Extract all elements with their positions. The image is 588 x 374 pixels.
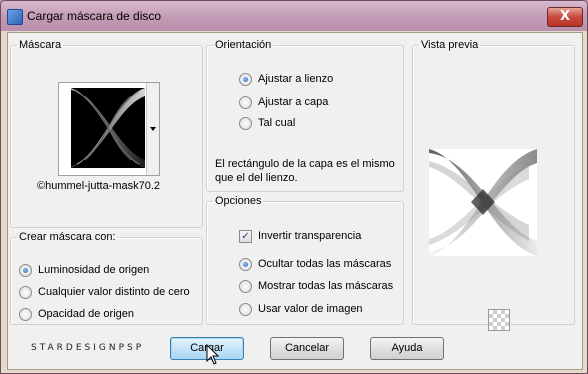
radio-show-all-masks[interactable]: Mostrar todas las máscaras	[239, 278, 393, 294]
mask-thumbnail-dropdown[interactable]	[58, 82, 160, 176]
radio-use-image-value-label: Usar valor de imagen	[258, 303, 363, 315]
radio-hide-all-masks-label: Ocultar todas las máscaras	[258, 258, 392, 270]
mask-group: Máscara ©hummel-jutta-mask70.2	[10, 39, 203, 228]
options-legend: Opciones	[215, 195, 262, 207]
radio-show-all-masks-button[interactable]	[239, 279, 252, 293]
orientation-legend: Orientación	[215, 39, 272, 51]
radio-source-opacity-label: Opacidad de origen	[38, 308, 135, 320]
help-button[interactable]: Ayuda	[370, 337, 444, 360]
radio-source-luminance-label: Luminosidad de origen	[38, 264, 150, 276]
checkmark-icon[interactable]: ✓	[239, 229, 252, 243]
radio-fit-layer-label: Ajustar a capa	[258, 96, 329, 108]
preview-image	[429, 149, 537, 256]
radio-as-is[interactable]: Tal cual	[239, 115, 295, 131]
radio-source-luminance[interactable]: Luminosidad de origen	[19, 262, 149, 278]
mask-group-legend: Máscara	[19, 39, 62, 51]
mouse-cursor-icon	[206, 343, 220, 369]
window-title: Cargar máscara de disco	[27, 9, 162, 23]
radio-use-image-value-button[interactable]	[239, 302, 252, 316]
radio-fit-canvas-label: Ajustar a lienzo	[258, 73, 334, 85]
radio-source-opacity[interactable]: Opacidad de origen	[19, 306, 134, 322]
radio-any-nonzero-label: Cualquier valor distinto de cero	[38, 286, 190, 298]
checkerboard-icon[interactable]	[488, 309, 510, 331]
radio-hide-all-masks[interactable]: Ocultar todas las máscaras	[239, 256, 391, 272]
title-bar[interactable]: Cargar máscara de disco X	[1, 1, 587, 31]
radio-fit-canvas[interactable]: Ajustar a lienzo	[239, 71, 333, 87]
mask-dropdown-arrow[interactable]	[146, 83, 159, 175]
radio-show-all-masks-label: Mostrar todas las máscaras	[258, 280, 394, 292]
orientation-group: Orientación Ajustar a lienzo Ajustar a c…	[206, 39, 404, 192]
radio-fit-canvas-button[interactable]	[239, 72, 252, 86]
close-button[interactable]: X	[547, 7, 583, 27]
radio-fit-layer[interactable]: Ajustar a capa	[239, 94, 328, 110]
app-icon	[7, 9, 23, 25]
stardesign-signature: STARDESIGNPSP	[31, 343, 145, 353]
preview-group: Vista previa	[412, 39, 575, 331]
radio-as-is-button[interactable]	[239, 116, 252, 130]
orientation-note: El rectángulo de la capa es el mismo que…	[215, 158, 395, 184]
radio-use-image-value[interactable]: Usar valor de imagen	[239, 301, 363, 317]
mask-thumbnail-image	[71, 88, 145, 168]
radio-hide-all-masks-button[interactable]	[239, 257, 252, 271]
create-mask-legend: Crear máscara con:	[19, 231, 116, 243]
radio-any-nonzero[interactable]: Cualquier valor distinto de cero	[19, 284, 190, 300]
dialog-window: Cargar máscara de disco X Máscara ©humme…	[0, 0, 588, 374]
radio-source-luminance-button[interactable]	[19, 263, 32, 277]
radio-fit-layer-button[interactable]	[239, 95, 252, 109]
radio-as-is-label: Tal cual	[258, 117, 296, 129]
invert-transparency-checkbox[interactable]: ✓ Invertir transparencia	[239, 228, 361, 244]
create-mask-group: Crear máscara con: Luminosidad de origen…	[10, 231, 203, 325]
dialog-body: Máscara ©hummel-jutta-mask70.2 Crear más…	[7, 32, 583, 370]
invert-transparency-label: Invertir transparencia	[258, 230, 362, 242]
preview-legend: Vista previa	[421, 39, 479, 51]
radio-any-nonzero-button[interactable]	[19, 285, 32, 299]
cancel-button[interactable]: Cancelar	[270, 337, 344, 360]
options-group: Opciones ✓ Invertir transparencia Oculta…	[206, 195, 404, 325]
mask-file-name: ©hummel-jutta-mask70.2	[37, 180, 161, 192]
radio-source-opacity-button[interactable]	[19, 307, 32, 321]
